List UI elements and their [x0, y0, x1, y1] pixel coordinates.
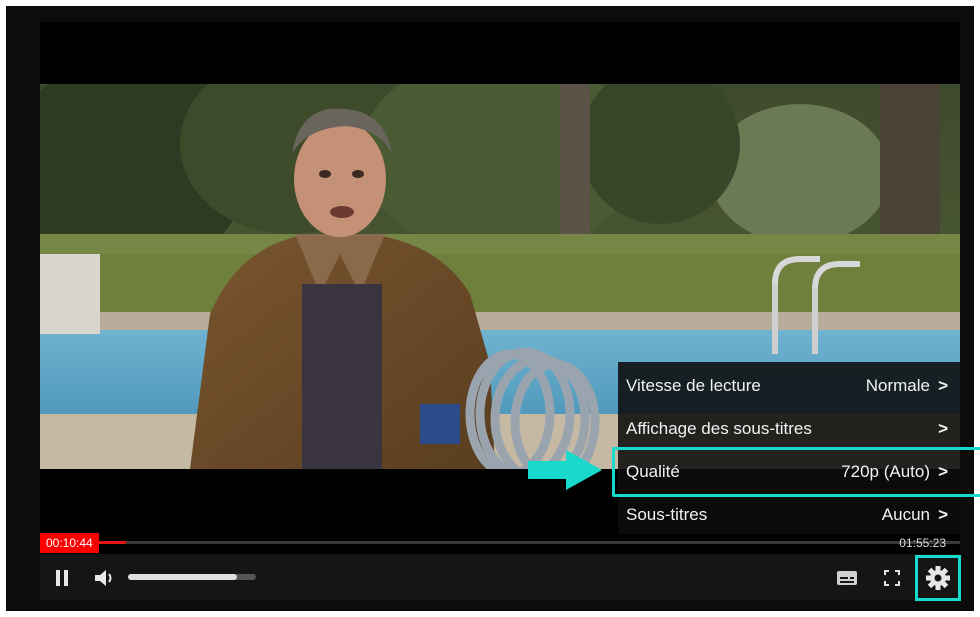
- volume-track: [128, 574, 256, 580]
- screenshot-frame: Vitesse de lecture Normale > Affichage d…: [0, 0, 980, 617]
- menu-item-playback-speed[interactable]: Vitesse de lecture Normale >: [618, 366, 960, 406]
- chevron-right-icon: >: [938, 505, 948, 524]
- pointer-arrow: [526, 448, 604, 497]
- time-elapsed: 00:10:44: [40, 533, 99, 553]
- menu-item-subtitle-display[interactable]: Affichage des sous-titres >: [618, 409, 960, 449]
- chevron-right-icon: >: [938, 419, 948, 438]
- fullscreen-icon: [884, 570, 900, 586]
- gear-icon: [926, 566, 950, 590]
- time-total: 01:55:23: [899, 536, 946, 550]
- chevron-right-icon: >: [938, 376, 948, 395]
- settings-button[interactable]: [915, 555, 961, 601]
- arrow-right-icon: [528, 450, 602, 490]
- progress-bar[interactable]: [40, 541, 960, 544]
- volume-button[interactable]: [92, 565, 118, 591]
- pause-icon: [56, 570, 68, 586]
- menu-item-subtitles[interactable]: Sous-titres Aucun >: [618, 495, 960, 535]
- menu-item-label: Sous-titres: [626, 505, 708, 524]
- menu-item-label: Vitesse de lecture: [626, 376, 761, 395]
- menu-item-value: Normale: [865, 376, 930, 395]
- menu-item-value: Aucun: [881, 505, 930, 524]
- menu-item-label: Affichage des sous-titres: [626, 419, 812, 438]
- volume-slider[interactable]: [128, 571, 256, 583]
- video-player[interactable]: Vitesse de lecture Normale > Affichage d…: [40, 22, 960, 600]
- quality-highlight-box: [612, 447, 980, 497]
- volume-icon: [95, 570, 112, 586]
- control-bar: [40, 554, 960, 600]
- subtitles-icon: [837, 571, 857, 585]
- subtitles-button[interactable]: [835, 566, 859, 590]
- pause-button[interactable]: [50, 566, 74, 590]
- fullscreen-button[interactable]: [880, 566, 904, 590]
